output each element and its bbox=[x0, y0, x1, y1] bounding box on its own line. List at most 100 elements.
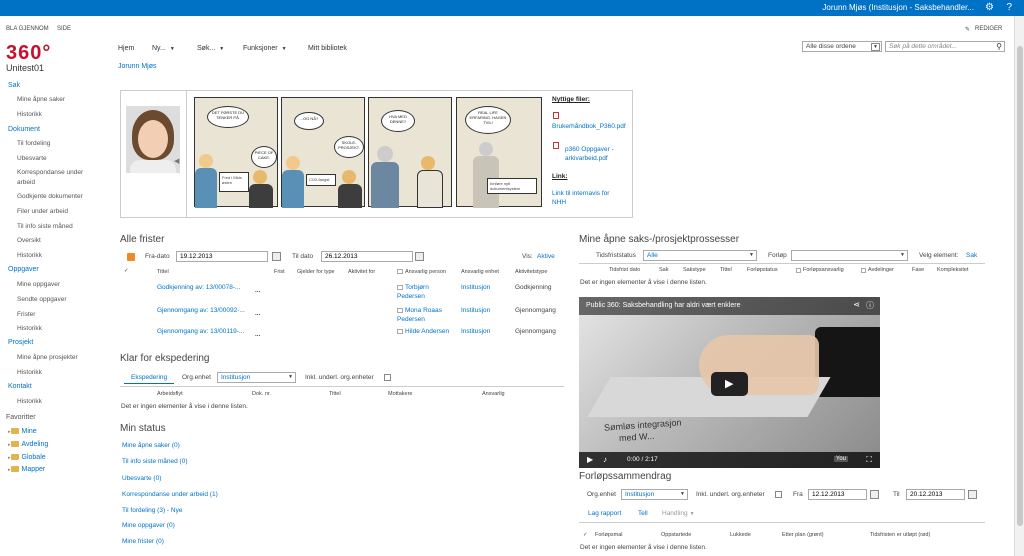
volume-icon[interactable]: ♪ bbox=[603, 455, 607, 464]
status-link[interactable]: Til fordeling (3) - Nye bbox=[122, 507, 182, 514]
calendar-icon[interactable] bbox=[272, 252, 281, 261]
col-header[interactable]: Tidsfrist dato bbox=[609, 267, 640, 273]
ellipsis-menu-icon[interactable]: ... bbox=[255, 331, 260, 338]
col-header[interactable]: Dok. nr. bbox=[252, 391, 271, 397]
row-unit[interactable]: Institusjon bbox=[461, 307, 490, 314]
nav-dokument-item[interactable]: arbeid bbox=[17, 179, 35, 186]
row-title-link[interactable]: Gjennomgang av: 13/00092-... bbox=[157, 307, 245, 314]
tab-handling[interactable]: Handling ▼ bbox=[662, 510, 695, 517]
col-header[interactable]: Aktivitetstype bbox=[515, 269, 547, 275]
nav-sak[interactable]: Sak bbox=[8, 82, 20, 89]
nav-sak-item[interactable]: Historikk bbox=[17, 111, 42, 118]
nav-dokument-item[interactable]: Til info siste måned bbox=[17, 223, 73, 230]
col-header[interactable]: Sak bbox=[659, 267, 668, 273]
til-input[interactable] bbox=[906, 489, 965, 500]
ellipsis-menu-icon[interactable]: ... bbox=[255, 287, 260, 294]
calendar-icon[interactable] bbox=[870, 490, 879, 499]
rss-icon[interactable] bbox=[127, 253, 135, 261]
nav-dokument-item[interactable]: Til fordeling bbox=[17, 140, 50, 147]
col-header[interactable]: Mottakere bbox=[388, 391, 412, 397]
col-header[interactable]: Fase bbox=[912, 267, 924, 273]
row-unit[interactable]: Institusjon bbox=[461, 328, 490, 335]
nav-dokument-item[interactable]: Historikk bbox=[17, 252, 42, 259]
edit-button[interactable]: REDIGER bbox=[975, 26, 1002, 32]
nav-sak-item[interactable]: Mine åpne saker bbox=[17, 96, 65, 103]
nav-library[interactable]: Mitt bibliotek bbox=[308, 45, 347, 52]
col-header[interactable]: Sakstype bbox=[683, 267, 706, 273]
checkbox[interactable] bbox=[796, 268, 801, 273]
col-header[interactable]: Frist bbox=[274, 269, 285, 275]
tab-page[interactable]: SIDE bbox=[57, 26, 71, 32]
col-header[interactable]: Lukkede bbox=[730, 532, 751, 538]
row-person[interactable]: Pedersen bbox=[397, 316, 425, 323]
status-link[interactable]: Mine oppgaver (0) bbox=[122, 522, 175, 529]
org-select[interactable]: Institusjon ▼ bbox=[217, 372, 296, 383]
inkl-checkbox[interactable] bbox=[384, 374, 391, 381]
til-dato-input[interactable] bbox=[321, 251, 413, 262]
ekspedering-link[interactable]: Ekspedering bbox=[131, 374, 167, 381]
forlop-select[interactable]: ▼ bbox=[791, 250, 908, 261]
play-icon[interactable]: ▶ bbox=[587, 455, 593, 464]
col-header[interactable]: Tittel bbox=[157, 269, 169, 275]
row-person[interactable]: Torbjørn bbox=[405, 284, 429, 291]
checkbox[interactable] bbox=[397, 329, 403, 334]
site-logo[interactable]: 360° Unitest01 bbox=[6, 42, 51, 73]
col-header[interactable]: Forløpsansvarlig bbox=[803, 267, 844, 273]
page-title[interactable]: Jorunn Mjøs bbox=[118, 63, 157, 70]
row-title-link[interactable]: Godkjenning av: 13/00078-... bbox=[157, 284, 240, 291]
row-unit[interactable]: Institusjon bbox=[461, 284, 490, 291]
gear-icon[interactable]: ⚙ bbox=[985, 2, 994, 13]
col-header[interactable]: Avdelinger bbox=[868, 267, 894, 273]
fullscreen-icon[interactable]: ⛶ bbox=[866, 455, 872, 465]
nav-dokument-item[interactable]: Godkjente dokumenter bbox=[17, 193, 83, 200]
col-header[interactable]: Ansvarlig person bbox=[405, 269, 446, 275]
scrollbar-thumb[interactable] bbox=[1017, 46, 1023, 526]
nav-search[interactable]: Søk... ▼ bbox=[197, 45, 224, 52]
intranet-link[interactable]: Link til internavis for NHH bbox=[552, 189, 624, 207]
status-link[interactable]: Korrespondanse under arbeid (1) bbox=[122, 491, 218, 498]
search-input[interactable]: Søk på dette området... ⚲ bbox=[885, 41, 1005, 52]
inkl-checkbox[interactable] bbox=[775, 491, 782, 498]
org-select[interactable]: Institusjon ▼ bbox=[621, 489, 688, 500]
status-link[interactable]: Ubesvarte (0) bbox=[122, 475, 161, 482]
prev-arrow-icon[interactable]: ◀ bbox=[174, 157, 179, 165]
folder-avdeling[interactable]: ▸ Avdeling bbox=[8, 441, 48, 448]
nav-kontakt-item[interactable]: Historikk bbox=[17, 398, 42, 405]
velg-link[interactable]: Sak bbox=[966, 252, 977, 259]
status-link[interactable]: Mine åpne saker (0) bbox=[122, 442, 180, 449]
play-button[interactable]: ▶ bbox=[711, 372, 748, 396]
file-link[interactable]: p360 Oppgaver - arkivarbeid.pdf bbox=[565, 145, 635, 163]
nav-prosjekt[interactable]: Prosjekt bbox=[8, 339, 33, 346]
scrollbar[interactable] bbox=[1014, 16, 1024, 556]
user-menu[interactable]: Jorunn Mjøs (Institusjon - Saksbehandler… bbox=[822, 3, 974, 12]
status-link[interactable]: Mine frister (0) bbox=[122, 538, 164, 545]
nav-dokument-item[interactable]: Oversikt bbox=[17, 237, 41, 244]
row-title-link[interactable]: Gjennomgang av: 13/00119-... bbox=[157, 328, 244, 335]
folder-mine[interactable]: ▸ Mine bbox=[8, 428, 37, 435]
calendar-icon[interactable] bbox=[415, 252, 424, 261]
folder-globale[interactable]: ▸ Globale bbox=[8, 454, 46, 461]
fra-dato-input[interactable] bbox=[176, 251, 268, 262]
edit-icon[interactable]: ✎ bbox=[965, 26, 970, 33]
col-header[interactable]: Kompleksitet bbox=[937, 267, 969, 273]
nav-new[interactable]: Ny... ▼ bbox=[152, 45, 175, 52]
checkbox[interactable] bbox=[861, 268, 866, 273]
col-header[interactable]: Tittel bbox=[329, 391, 341, 397]
tab-tell[interactable]: Tell bbox=[638, 510, 648, 517]
col-header[interactable]: Ansvarlig enhet bbox=[461, 269, 499, 275]
fra-input[interactable] bbox=[808, 489, 867, 500]
video-player[interactable]: Public 360: Saksbehandling har aldri vær… bbox=[579, 297, 880, 468]
help-icon[interactable]: ? bbox=[1006, 2, 1012, 13]
nav-oppgaver[interactable]: Oppgaver bbox=[8, 266, 39, 273]
info-icon[interactable]: ⓘ bbox=[866, 300, 874, 311]
file-link[interactable]: Brukerhåndbok_P360.pdf bbox=[552, 123, 626, 130]
nav-prosjekt-item[interactable]: Historikk bbox=[17, 369, 42, 376]
nav-oppgaver-item[interactable]: Sendte oppgaver bbox=[17, 296, 67, 303]
col-header[interactable]: Arbeidsflyt bbox=[157, 391, 183, 397]
tab-browse[interactable]: BLA GJENNOM bbox=[6, 26, 49, 32]
checkbox[interactable] bbox=[397, 269, 403, 274]
col-header[interactable]: Oppstartede bbox=[661, 532, 691, 538]
checkbox[interactable] bbox=[397, 308, 403, 313]
nav-oppgaver-item[interactable]: Frister bbox=[17, 311, 35, 318]
nav-prosjekt-item[interactable]: Mine åpne prosjekter bbox=[17, 354, 78, 361]
